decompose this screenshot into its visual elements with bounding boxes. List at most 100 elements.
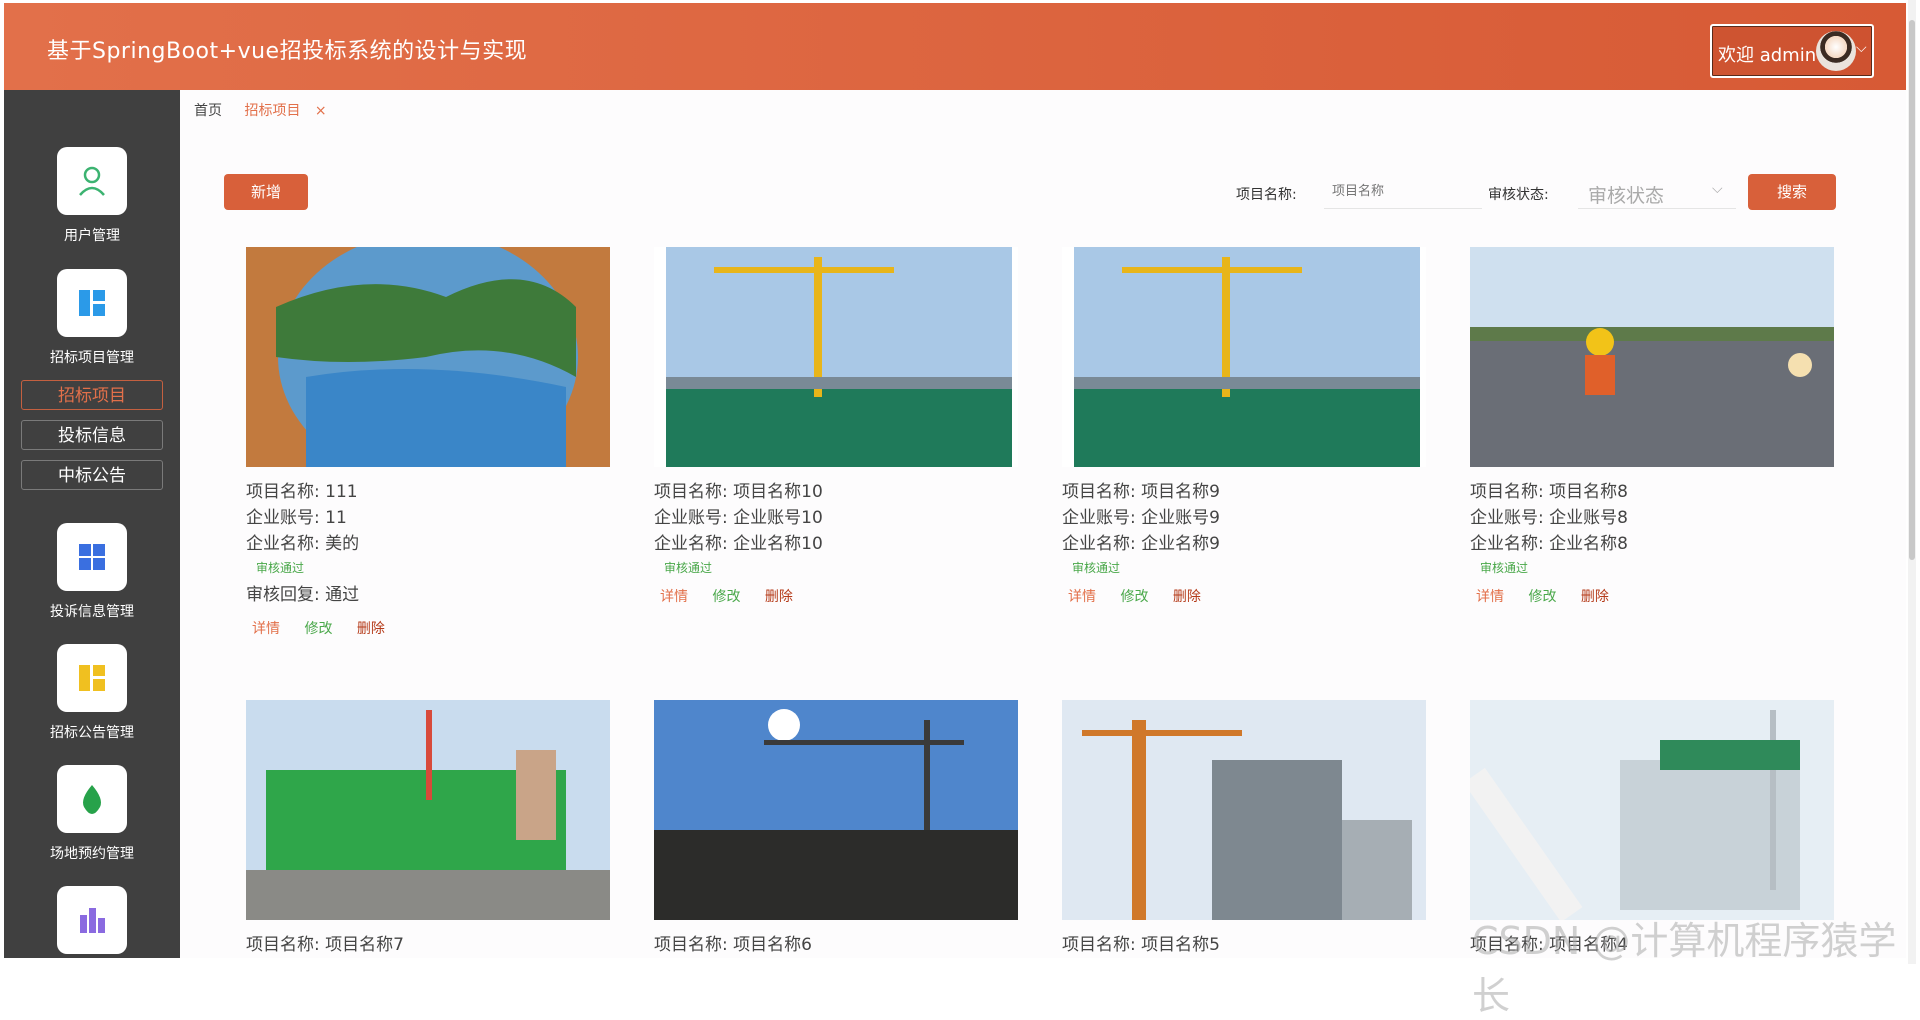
card-actions: 详情 修改 删除 [1476,586,1834,606]
close-icon[interactable]: × [315,103,327,119]
sidebar-item-venue-booking[interactable]: 场地预约管理 [4,765,180,863]
project-name-row: 项目名称: 项目名称6 [654,935,812,955]
project-image[interactable] [1470,247,1834,467]
dashboard-icon [79,290,105,316]
chevron-down-icon[interactable]: ⌵ [1856,40,1867,56]
lake-poster-image [246,247,610,467]
project-image[interactable] [1062,700,1426,920]
project-card: 项目名称: 项目名称10 企业账号: 企业账号10 企业名称: 企业名称10 审… [654,247,1018,606]
steel-frame-image [1062,700,1426,920]
audit-status-select[interactable]: 审核状态 ⌵ [1578,175,1736,209]
user-menu[interactable]: 欢迎 admin ⌵ [1710,24,1874,78]
company-account-row: 企业账号: 企业账号8 [1470,508,1628,528]
user-icon [79,166,105,196]
sidebar-item-tender-management[interactable]: 招标项目管理 [4,269,180,367]
delete-link[interactable]: 删除 [765,589,793,605]
welcome-text: 欢迎 admin [1718,45,1817,66]
detail-link[interactable]: 详情 [1068,589,1096,605]
sidebar-label: 投诉信息管理 [50,604,134,620]
delete-link[interactable]: 删除 [1173,589,1201,605]
status-badge: 审核通过 [1480,561,1529,575]
sidebar-tile[interactable] [57,765,127,833]
company-account-row: 企业账号: 11 [246,508,347,528]
status-badge: 审核通过 [1072,561,1121,575]
grid-icon [79,544,105,570]
substation-image [1470,700,1834,920]
project-card: 项目名称: 项目名称8 企业账号: 企业账号8 企业名称: 企业名称8 审核通过… [1470,247,1834,606]
card-actions: 详情 修改 删除 [252,618,610,638]
app-frame: 基于SpringBoot+vue招投标系统的设计与实现 欢迎 admin ⌵ 用… [4,3,1906,958]
company-account-row: 企业账号: 企业账号9 [1062,508,1220,528]
leaf-icon [83,785,101,814]
sidebar-item-notice-management[interactable]: 招标公告管理 [4,644,180,742]
company-name-row: 企业名称: 企业名称9 [1062,534,1220,554]
sidebar-tile[interactable] [57,523,127,591]
sidebar-tile[interactable] [57,269,127,337]
green-scaffold-image [246,700,610,920]
sidebar-tile[interactable] [57,886,127,954]
tab-current[interactable]: 招标项目 [244,103,300,119]
sidebar-label: 招标公告管理 [50,725,134,741]
project-image[interactable] [1062,247,1426,467]
project-image[interactable] [246,247,610,467]
audit-status-label: 审核状态: [1488,187,1549,203]
edit-link[interactable]: 修改 [1528,589,1556,605]
sidebar-tile[interactable] [57,644,127,712]
edit-link[interactable]: 修改 [304,621,332,637]
search-button[interactable]: 搜索 [1748,174,1836,210]
avatar[interactable] [1816,31,1856,71]
project-image[interactable] [246,700,610,920]
project-card: 项目名称: 项目名称9 企业账号: 企业账号9 企业名称: 企业名称9 审核通过… [1062,247,1426,606]
workers-rebar-image [1470,247,1834,467]
project-name-row: 项目名称: 111 [246,482,358,502]
sidebar-label: 场地预约管理 [50,846,134,862]
project-card: 项目名称: 111 企业账号: 11 企业名称: 美的 审核通过 审核回复: 通… [246,247,610,638]
company-name-row: 企业名称: 企业名称8 [1470,534,1628,554]
audit-reply-row: 审核回复: 通过 [246,585,360,605]
breadcrumb-home[interactable]: 首页 [194,103,222,119]
watermark: CSDN @计算机程序猿学长 [1472,919,1897,1018]
edit-link[interactable]: 修改 [712,589,740,605]
company-account-row: 企业账号: 企业账号10 [654,508,823,528]
sidebar-label: 招标项目管理 [50,350,134,366]
sidebar-subitem-award-notice[interactable]: 中标公告 [21,460,163,490]
dashboard-icon [79,665,105,691]
detail-link[interactable]: 详情 [252,621,280,637]
sidebar-label: 用户管理 [64,228,120,244]
sunny-crane-image [654,700,1018,920]
delete-link[interactable]: 删除 [1581,589,1609,605]
project-image[interactable] [1470,700,1834,920]
delete-link[interactable]: 删除 [357,621,385,637]
project-card: 项目名称: 项目名称6 [654,700,1018,958]
crane-site-image [1062,247,1426,467]
edit-link[interactable]: 修改 [1120,589,1148,605]
detail-link[interactable]: 详情 [660,589,688,605]
sidebar-tile[interactable] [57,147,127,215]
project-name-row: 项目名称: 项目名称7 [246,935,404,955]
add-button[interactable]: 新增 [224,174,308,210]
card-actions: 详情 修改 删除 [1068,586,1426,606]
buildings-icon [80,908,105,933]
crane-site-image [654,247,1018,467]
sidebar-item-more[interactable] [4,886,180,954]
app-title: 基于SpringBoot+vue招投标系统的设计与实现 [47,39,528,64]
project-image[interactable] [654,247,1018,467]
project-name-row: 项目名称: 项目名称9 [1062,482,1220,502]
sidebar: 用户管理 招标项目管理 招标项目 投标信息 中标公告 投诉信息管理 招标公告管理 [4,90,180,958]
project-name-row: 项目名称: 项目名称8 [1470,482,1628,502]
company-name-row: 企业名称: 美的 [246,534,360,554]
project-name-row: 项目名称: 项目名称10 [654,482,823,502]
project-name-input[interactable] [1324,175,1482,209]
project-image[interactable] [654,700,1018,920]
sidebar-item-complaint-management[interactable]: 投诉信息管理 [4,523,180,621]
detail-link[interactable]: 详情 [1476,589,1504,605]
chevron-down-icon: ⌵ [1712,181,1723,197]
scrollbar-thumb[interactable] [1909,20,1915,560]
project-name-row: 项目名称: 项目名称5 [1062,935,1220,955]
sidebar-subitem-tender-projects[interactable]: 招标项目 [21,380,163,410]
sidebar-item-user-management[interactable]: 用户管理 [4,147,180,245]
project-card: 项目名称: 项目名称7 [246,700,610,958]
company-name-row: 企业名称: 企业名称10 [654,534,823,554]
card-actions: 详情 修改 删除 [660,586,1018,606]
sidebar-subitem-bid-info[interactable]: 投标信息 [21,420,163,450]
